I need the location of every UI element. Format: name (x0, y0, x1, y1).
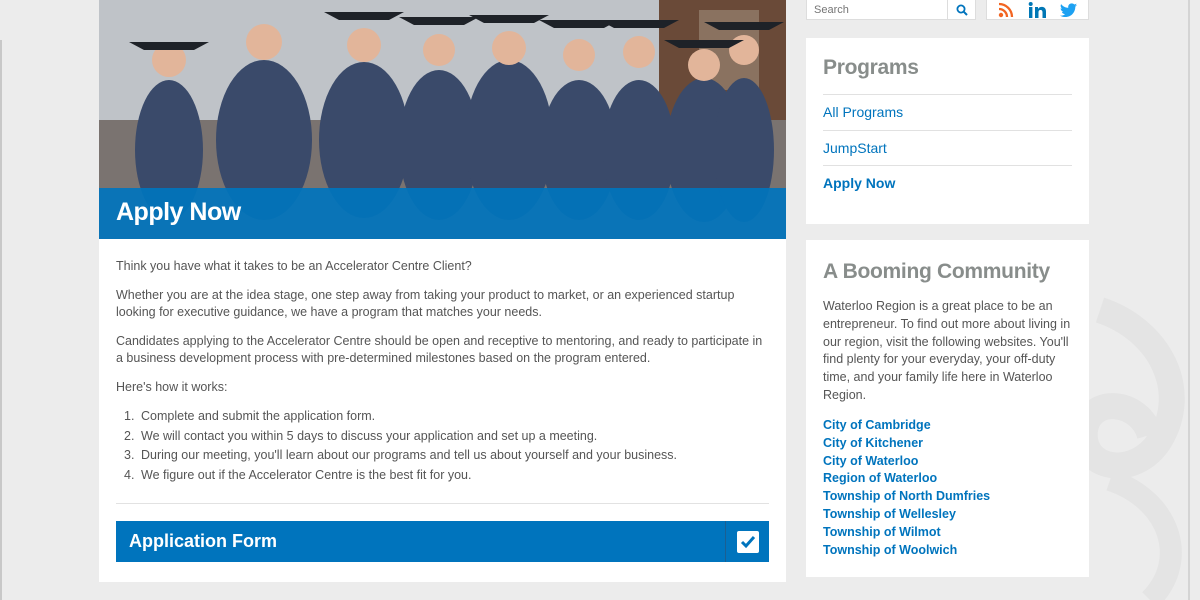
program-link-jumpstart[interactable]: JumpStart (823, 129, 1072, 166)
list-item: 1. Complete and submit the application fo… (116, 408, 769, 425)
link-township-wellesley[interactable]: Township of Wellesley (823, 506, 1078, 524)
linkedin-icon[interactable] (1026, 1, 1050, 19)
step-text: We will contact you within 5 days to dis… (141, 428, 598, 443)
search-box (806, 0, 976, 20)
steps-list: 1. Complete and submit the application fo… (116, 408, 769, 484)
list-item: 3. During our meeting, you'll learn about… (116, 447, 769, 464)
community-title: A Booming Community (823, 260, 1050, 283)
hero-banner: Apply Now (99, 188, 786, 239)
page-title: Apply Now (116, 198, 241, 226)
main-content-card: Apply Now Think you have what it takes t… (99, 0, 786, 582)
list-item: 2. We will contact you within 5 days to d… (116, 428, 769, 445)
step-number: 2. (124, 428, 135, 443)
step-number: 1. (124, 409, 135, 423)
search-input[interactable] (807, 0, 947, 19)
social-links (986, 0, 1089, 20)
community-links: City of Cambridge City of Kitchener City… (823, 417, 1078, 559)
step-number: 4. (124, 467, 135, 482)
community-description: Waterloo Region is a great place to be a… (823, 299, 1071, 402)
step-number: 3. (124, 448, 135, 462)
twitter-icon[interactable] (1057, 1, 1081, 19)
link-township-wilmot[interactable]: Township of Wilmot (823, 524, 1078, 542)
search-icon[interactable] (947, 0, 975, 20)
programs-title: Programs (823, 56, 919, 79)
program-link-apply-now[interactable]: Apply Now (823, 165, 1072, 201)
step-text: During our meeting, you'll learn about o… (141, 448, 678, 462)
list-item: 4. We figure out if the Accelerator Centr… (116, 467, 769, 484)
step-text: Complete and submit the application form… (141, 409, 376, 423)
paragraph-needs: Whether you are at the idea stage, one s… (116, 288, 735, 319)
link-township-woolwich[interactable]: Township of Woolwich (823, 542, 1078, 560)
intro-text: Think you have what it takes to be an Ac… (116, 259, 472, 273)
link-city-of-waterloo[interactable]: City of Waterloo (823, 453, 1078, 471)
rss-icon[interactable] (995, 1, 1019, 19)
link-township-north-dumfries[interactable]: Township of North Dumfries (823, 488, 1078, 506)
link-city-of-cambridge[interactable]: City of Cambridge (823, 417, 1078, 435)
intro-content: Think you have what it takes to be an Ac… (116, 258, 769, 486)
application-form-label: Application Form (129, 531, 277, 551)
program-link-all-programs[interactable]: All Programs (823, 94, 1072, 130)
left-edge-line (0, 40, 2, 600)
community-card: A Booming Community Waterloo Region is a… (806, 240, 1089, 577)
hero-image: Apply Now (99, 0, 786, 239)
programs-card: Programs All Programs JumpStart Apply No… (806, 38, 1089, 224)
programs-list: All Programs JumpStart Apply Now (823, 94, 1072, 201)
link-region-of-waterloo[interactable]: Region of Waterloo (823, 470, 1078, 488)
application-form-toggle[interactable]: Application Form (116, 521, 769, 562)
how-it-works-heading: Here's how it works: (116, 380, 228, 394)
paragraph-candidates: Candidates applying to the Accelerator C… (116, 334, 763, 365)
content-divider (116, 503, 769, 504)
checkbox-icon[interactable] (726, 521, 769, 562)
link-city-of-kitchener[interactable]: City of Kitchener (823, 435, 1078, 453)
step-text: We figure out if the Accelerator Centre … (141, 467, 472, 482)
